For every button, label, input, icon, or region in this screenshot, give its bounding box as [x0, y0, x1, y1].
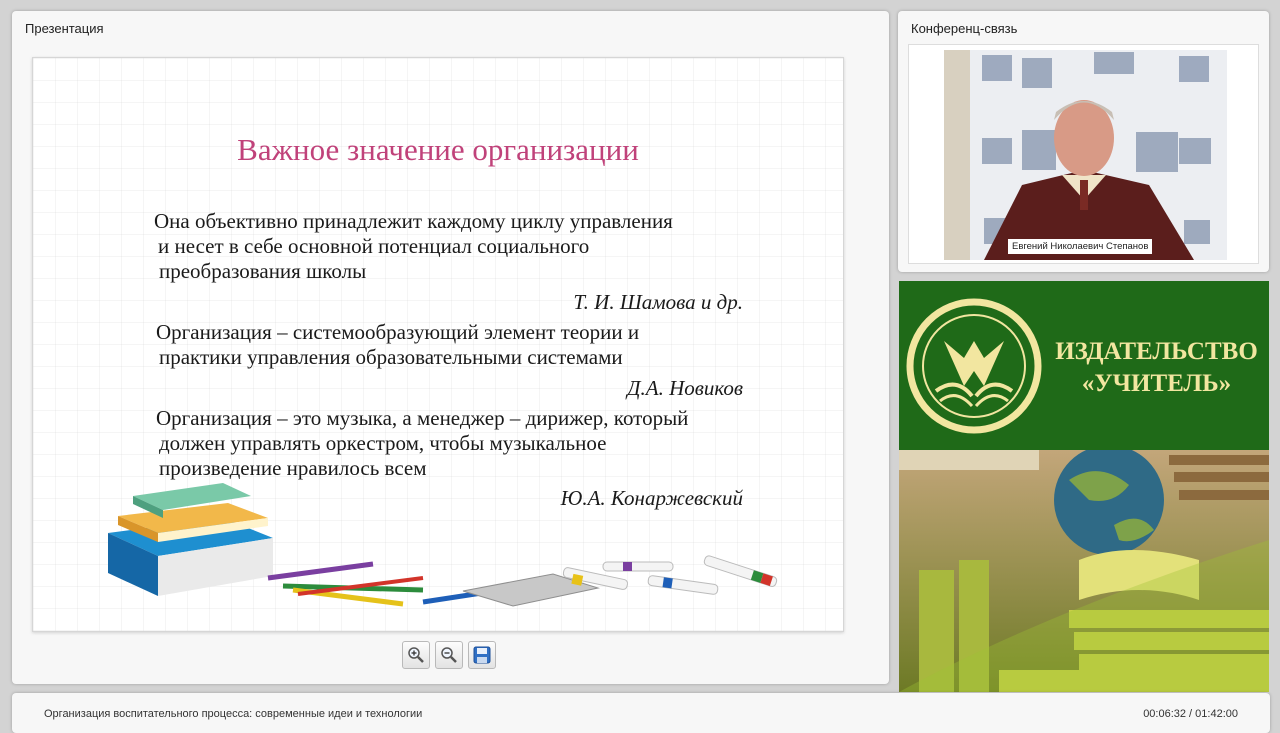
presentation-panel: Презентация Важное значение организации … — [12, 11, 889, 684]
quote-3-line-1: Организация – это музыка, а менеджер – д… — [156, 406, 689, 430]
quote-1-line-3: преобразования школы — [159, 259, 367, 283]
quote-2-line-2: практики управления образовательными сис… — [159, 345, 623, 369]
zoom-in-icon — [408, 647, 424, 663]
video-frame[interactable]: Евгений Николаевич Степанов — [908, 44, 1259, 264]
quote-2: Организация – системообразующий элемент … — [156, 320, 639, 370]
quote-1-line-1: Она объективно принадлежит каждому циклу… — [154, 209, 673, 233]
zoom-out-icon — [441, 647, 457, 663]
zoom-out-button[interactable] — [435, 641, 463, 669]
presentation-slide: Важное значение организации Она объектив… — [32, 57, 844, 632]
publisher-banner[interactable]: ИЗДАТЕЛЬСТВО «УЧИТЕЛЬ» — [899, 281, 1269, 692]
save-button[interactable] — [468, 641, 496, 669]
publisher-name-line-2: «УЧИТЕЛЬ» — [1081, 370, 1232, 397]
quote-2-line-1: Организация – системообразующий элемент … — [156, 320, 640, 344]
speaker-name-label: Евгений Николаевич Степанов — [1008, 239, 1153, 254]
publisher-name: ИЗДАТЕЛЬСТВО «УЧИТЕЛЬ» — [1049, 336, 1264, 400]
slide-toolbar — [402, 641, 496, 669]
books-globe-image — [899, 450, 1269, 692]
quote-3-line-2: должен управлять оркестром, чтобы музыка… — [159, 431, 607, 455]
video-panel-title: Конференц-связь — [911, 21, 1018, 36]
banner-header: ИЗДАТЕЛЬСТВО «УЧИТЕЛЬ» — [899, 281, 1269, 450]
footer-bar: Организация воспитательного процесса: со… — [12, 693, 1270, 733]
video-panel: Конференц-связь Евгений Николаевич Степа… — [898, 11, 1269, 272]
quote-1-author: Т. И. Шамова и др. — [573, 290, 743, 314]
video-feed: Евгений Николаевич Степанов — [944, 50, 1227, 260]
zoom-in-button[interactable] — [402, 641, 430, 669]
presentation-panel-title: Презентация — [25, 21, 104, 36]
quote-1-line-2: и несет в себе основной потенциал социал… — [158, 234, 590, 258]
quote-1: Она объективно принадлежит каждому циклу… — [154, 209, 673, 284]
slide-title: Важное значение организации — [237, 132, 639, 167]
save-icon — [473, 646, 491, 664]
course-title: Организация воспитательного процесса: со… — [44, 708, 423, 720]
speaker-video-image — [944, 50, 1227, 260]
publisher-logo-icon — [906, 298, 1042, 434]
playback-time: 00:06:32 / 01:42:00 — [1143, 708, 1238, 720]
books-and-pencils-illustration — [108, 483, 778, 607]
publisher-name-line-1: ИЗДАТЕЛЬСТВО — [1055, 338, 1258, 365]
quote-2-author: Д.А. Новиков — [627, 376, 743, 400]
quote-3: Организация – это музыка, а менеджер – д… — [156, 406, 688, 481]
